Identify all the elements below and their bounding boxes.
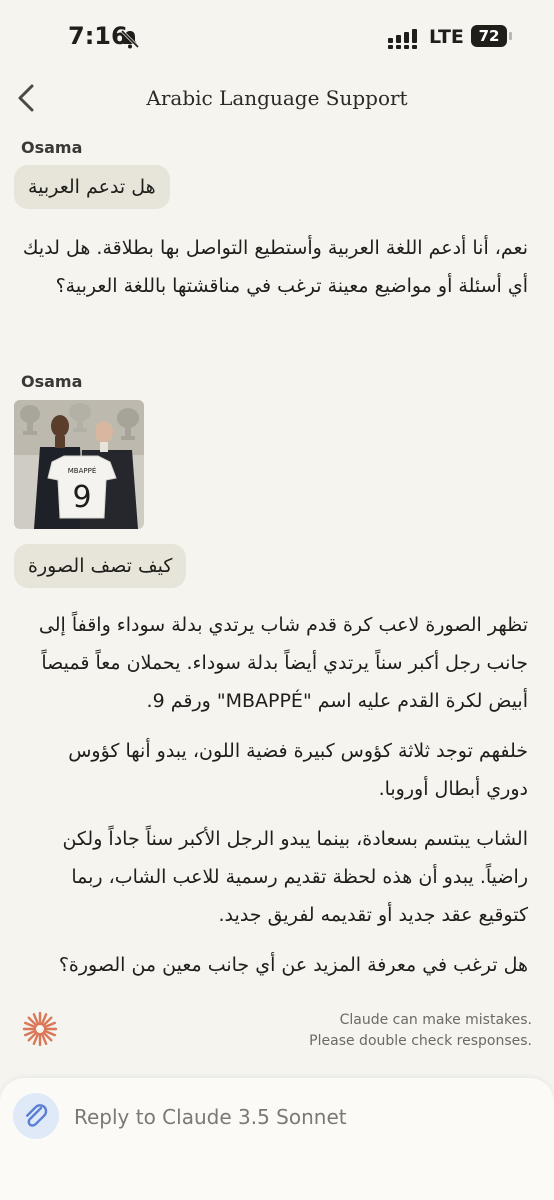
shirt-number: 9: [72, 480, 91, 515]
user-message[interactable]: كيف تصف الصورة: [14, 544, 187, 588]
attached-photo[interactable]: MBAPPÉ 9: [14, 400, 144, 529]
composer: [0, 1078, 554, 1200]
status-time: 7:16: [68, 22, 128, 50]
sender-name: Osama: [21, 372, 83, 391]
disclaimer-line: Claude can make mistakes.: [339, 1012, 532, 1028]
assistant-paragraph: نعم، أنا أدعم اللغة العربية وأستطيع التو…: [22, 237, 528, 297]
reply-input[interactable]: [74, 1102, 514, 1132]
paperclip-icon: [26, 1104, 48, 1127]
status-bar: 7:16 LTE 72: [0, 0, 554, 76]
shirt-name: MBAPPÉ: [68, 466, 97, 475]
chat-header: Arabic Language Support: [0, 76, 554, 124]
battery-level: 72: [471, 25, 507, 47]
assistant-message: تظهر الصورة لاعب كرة قدم شاب يرتدي بدلة …: [22, 606, 528, 984]
disclaimer: Claude can make mistakes. Please double …: [309, 1010, 532, 1052]
signal-icon: [388, 29, 417, 49]
assistant-paragraph: هل ترغب في معرفة المزيد عن أي جانب معين …: [58, 954, 528, 976]
page-title: Arabic Language Support: [146, 86, 408, 110]
bell-slash-icon: [120, 29, 140, 49]
assistant-message: نعم، أنا أدعم اللغة العربية وأستطيع التو…: [22, 229, 528, 305]
assistant-paragraph: تظهر الصورة لاعب كرة قدم شاب يرتدي بدلة …: [38, 614, 528, 712]
battery-cap: [509, 32, 512, 40]
user-message[interactable]: هل تدعم العربية: [14, 165, 170, 209]
assistant-paragraph: خلفهم توجد ثلاثة كؤوس كبيرة فضية اللون، …: [68, 740, 528, 800]
battery-icon: 72: [471, 25, 515, 49]
disclaimer-line: Please double check responses.: [309, 1033, 532, 1049]
claude-logo-icon: [22, 1011, 58, 1047]
network-type: LTE: [429, 26, 464, 48]
assistant-paragraph: الشاب يبتسم بسعادة، بينما يبدو الرجل الأ…: [62, 828, 528, 926]
attach-button[interactable]: [13, 1093, 59, 1139]
sender-name: Osama: [21, 138, 83, 157]
